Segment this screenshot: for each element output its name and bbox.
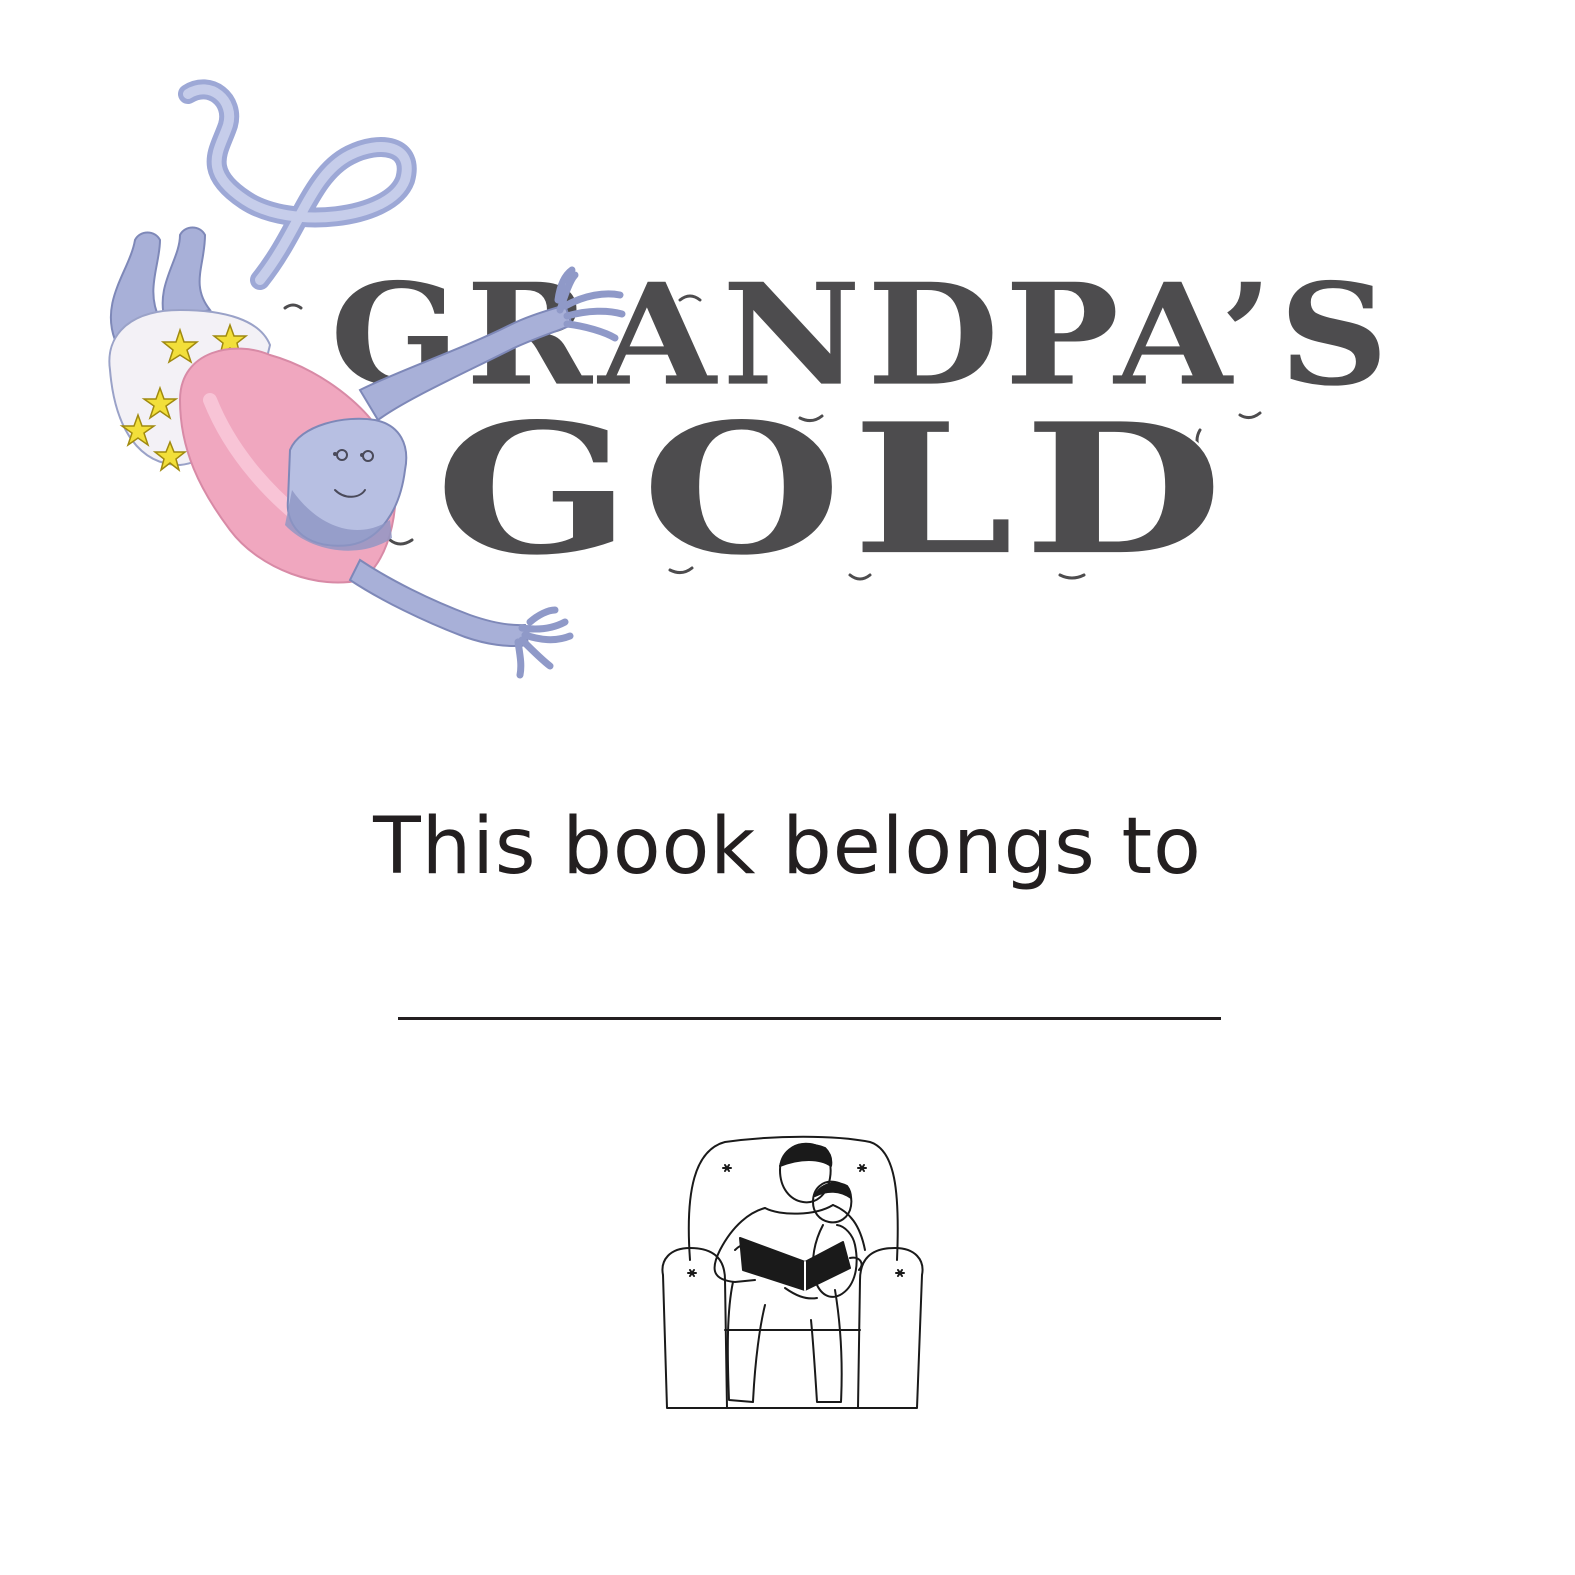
title-page: GRANDPA’S GOLD This book belongs to (0, 0, 1575, 1575)
parent-reading-to-child-icon (661, 1135, 924, 1409)
title-artwork: GRANDPA’S GOLD (60, 70, 1389, 690)
belongs-to-label: This book belongs to (373, 802, 1202, 892)
flying-ghost-character-illustration (108, 79, 626, 679)
owner-name-line[interactable] (398, 1017, 1221, 1020)
